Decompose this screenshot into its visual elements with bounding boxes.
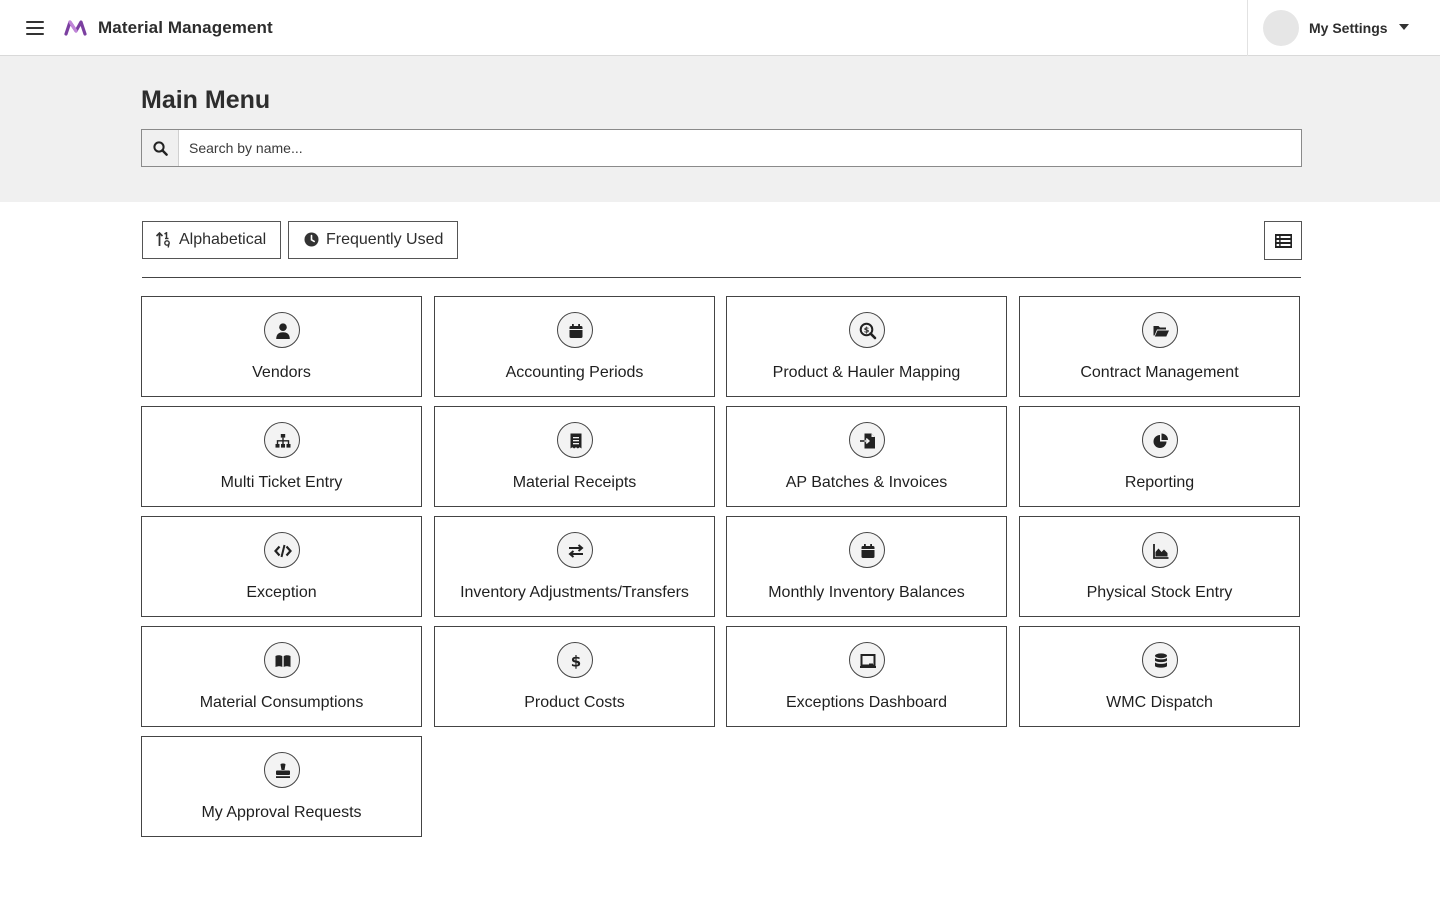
svg-text:$: $ xyxy=(864,325,870,334)
sort-frequently-used-button[interactable]: Frequently Used xyxy=(288,221,458,259)
my-settings-label: My Settings xyxy=(1309,20,1388,36)
tile-label: Vendors xyxy=(252,364,311,381)
user-icon xyxy=(264,312,300,348)
sort-alphabetical-label: Alphabetical xyxy=(179,231,267,248)
tile-material-receipts[interactable]: Material Receipts xyxy=(434,406,715,507)
dollar-icon: $ xyxy=(557,642,593,678)
tile-label: Material Consumptions xyxy=(199,694,364,711)
avatar xyxy=(1263,10,1299,46)
file-import-icon xyxy=(849,422,885,458)
chart-pie-icon xyxy=(1142,422,1178,458)
tile-contract-management[interactable]: Contract Management xyxy=(1019,296,1300,397)
clock-icon xyxy=(304,232,319,247)
list-icon xyxy=(1275,234,1292,248)
search-input[interactable] xyxy=(180,130,1300,166)
calendar-icon xyxy=(557,312,593,348)
tile-product-costs[interactable]: $ Product Costs xyxy=(434,626,715,727)
tile-label: My Approval Requests xyxy=(201,804,362,821)
book-open-icon xyxy=(264,642,300,678)
tile-label: Material Receipts xyxy=(512,474,637,491)
chevron-down-icon xyxy=(1399,24,1409,30)
sitemap-icon xyxy=(264,422,300,458)
database-icon xyxy=(1142,642,1178,678)
tile-my-approval-requests[interactable]: My Approval Requests xyxy=(141,736,422,837)
tile-label: Multi Ticket Entry xyxy=(220,474,343,491)
tile-monthly-inventory-balances[interactable]: Monthly Inventory Balances xyxy=(726,516,1007,617)
top-bar: Material Management My Settings xyxy=(0,0,1440,56)
tile-label: Reporting xyxy=(1124,474,1195,491)
tile-label: Product & Hauler Mapping xyxy=(772,364,961,381)
tile-material-consumptions[interactable]: Material Consumptions xyxy=(141,626,422,727)
tile-multi-ticket-entry[interactable]: Multi Ticket Entry xyxy=(141,406,422,507)
tile-label: AP Batches & Invoices xyxy=(785,474,948,491)
page-title: Main Menu xyxy=(141,86,271,114)
receipt-icon xyxy=(557,422,593,458)
tile-wmc-dispatch[interactable]: WMC Dispatch xyxy=(1019,626,1300,727)
search-dollar-icon: $ xyxy=(849,312,885,348)
my-settings-menu[interactable]: My Settings xyxy=(1247,0,1440,56)
app-title: Material Management xyxy=(98,18,273,37)
search-button[interactable] xyxy=(142,130,179,166)
tile-ap-batches-invoices[interactable]: AP Batches & Invoices xyxy=(726,406,1007,507)
tile-physical-stock-entry[interactable]: Physical Stock Entry xyxy=(1019,516,1300,617)
folder-open-icon xyxy=(1142,312,1178,348)
stamp-icon xyxy=(264,752,300,788)
tile-label: Exceptions Dashboard xyxy=(786,694,947,711)
search-icon xyxy=(153,141,168,156)
tile-label: Product Costs xyxy=(524,694,625,711)
tile-label: Inventory Adjustments/Transfers xyxy=(460,584,689,601)
calendar-icon xyxy=(849,532,885,568)
svg-text:$: $ xyxy=(571,653,581,671)
search-bar xyxy=(141,129,1302,167)
tile-exception[interactable]: Exception xyxy=(141,516,422,617)
sort-alphabetical-button[interactable]: Alphabetical xyxy=(142,221,281,259)
exchange-icon xyxy=(557,532,593,568)
logo-icon xyxy=(64,20,87,36)
tile-reporting[interactable]: Reporting xyxy=(1019,406,1300,507)
code-icon xyxy=(264,532,300,568)
tile-label: Monthly Inventory Balances xyxy=(768,584,965,601)
tile-label: Exception xyxy=(246,584,317,601)
divider xyxy=(142,277,1301,278)
tile-product-hauler-mapping[interactable]: $ Product & Hauler Mapping xyxy=(726,296,1007,397)
tile-label: WMC Dispatch xyxy=(1106,694,1213,711)
tile-accounting-periods[interactable]: Accounting Periods xyxy=(434,296,715,397)
tile-label: Contract Management xyxy=(1080,364,1239,381)
tile-inventory-adjustments-transfers[interactable]: Inventory Adjustments/Transfers xyxy=(434,516,715,617)
menu-icon[interactable] xyxy=(25,18,46,38)
sort-alpha-icon xyxy=(156,232,170,248)
sort-frequently-used-label: Frequently Used xyxy=(326,231,444,248)
list-view-toggle[interactable] xyxy=(1264,221,1302,260)
chart-area-icon xyxy=(1142,532,1178,568)
chalkboard-icon xyxy=(849,642,885,678)
tile-label: Physical Stock Entry xyxy=(1086,584,1233,601)
tile-exceptions-dashboard[interactable]: Exceptions Dashboard xyxy=(726,626,1007,727)
tile-label: Accounting Periods xyxy=(505,364,644,381)
tile-vendors[interactable]: Vendors xyxy=(141,296,422,397)
